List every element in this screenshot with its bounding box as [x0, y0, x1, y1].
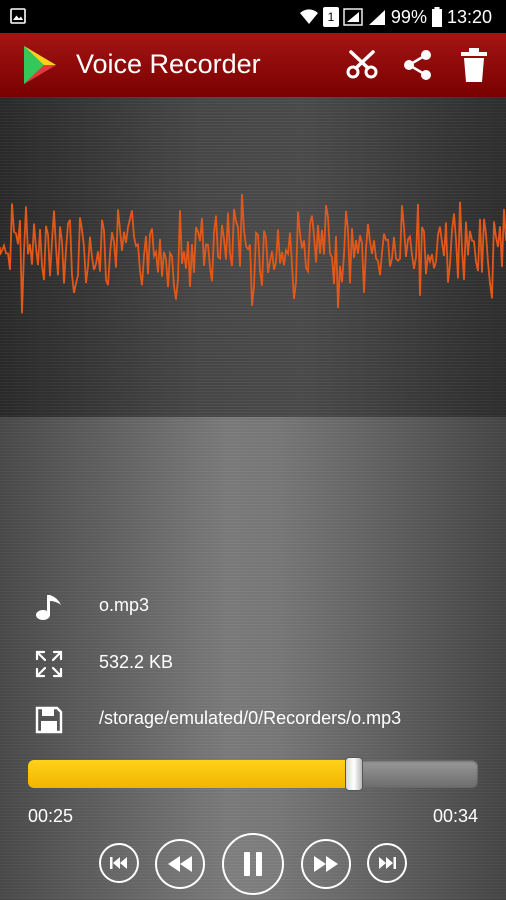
- skip-previous-icon: [110, 857, 127, 869]
- music-note-icon: [36, 595, 61, 620]
- app-title: Voice Recorder: [76, 49, 261, 79]
- scissors-icon: [346, 50, 378, 79]
- clock: 13:20: [446, 6, 492, 27]
- app-bar: Voice Recorder: [0, 33, 506, 97]
- share-button[interactable]: [400, 47, 436, 83]
- share-icon: [404, 50, 431, 80]
- waveform: [0, 193, 506, 314]
- file-path: /storage/emulated/0/Recorders/o.mp3: [99, 708, 402, 728]
- total-time: 00:34: [432, 806, 478, 826]
- battery-icon: [431, 7, 442, 27]
- file-size: 532.2 KB: [99, 652, 174, 672]
- rewind-icon: [168, 856, 192, 872]
- rewind-button[interactable]: [155, 839, 205, 889]
- file-name-row: o.mp3: [0, 586, 506, 626]
- signal-icon: [343, 8, 363, 26]
- wifi-icon: [299, 9, 318, 24]
- status-bar: 1 99% 13:20: [0, 0, 506, 33]
- delete-button[interactable]: [456, 47, 492, 83]
- signal-bars-icon: [368, 10, 385, 25]
- expand-icon: [35, 650, 63, 678]
- skip-next-icon: [379, 857, 396, 869]
- seek-thumb[interactable]: [345, 757, 364, 791]
- seek-bar[interactable]: [28, 757, 478, 791]
- sim-indicator: 1: [322, 7, 339, 27]
- trash-icon: [461, 48, 487, 82]
- fast-forward-icon: [314, 856, 338, 872]
- fast-forward-button[interactable]: [301, 839, 351, 889]
- save-icon: [35, 706, 63, 734]
- previous-button[interactable]: [99, 843, 139, 883]
- app-logo-icon: [24, 46, 56, 84]
- playback-controls: [0, 830, 506, 900]
- trim-button[interactable]: [344, 47, 380, 83]
- gallery-icon: [10, 8, 26, 24]
- seek-progress: [28, 760, 355, 788]
- pause-icon: [244, 852, 262, 876]
- waveform-line: [0, 193, 506, 314]
- waveform-display: [0, 97, 506, 417]
- file-name: o.mp3: [99, 595, 150, 615]
- battery-percent: 99%: [390, 6, 427, 27]
- file-size-row: 532.2 KB: [0, 643, 506, 683]
- elapsed-time: 00:25: [28, 806, 74, 826]
- file-path-row: /storage/emulated/0/Recorders/o.mp3: [0, 699, 506, 739]
- pause-button[interactable]: [222, 833, 284, 895]
- next-button[interactable]: [367, 843, 407, 883]
